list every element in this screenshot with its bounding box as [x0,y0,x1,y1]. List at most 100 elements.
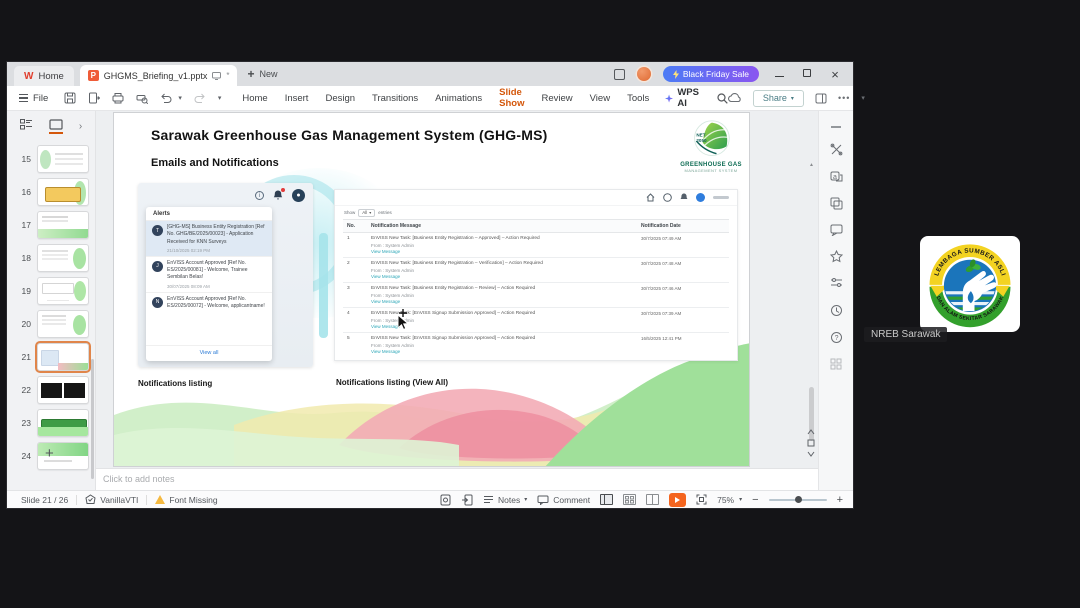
next-slide-button[interactable] [807,451,815,457]
slide-thumb-20[interactable]: 20 [7,309,95,339]
zoom-out-button[interactable]: − [752,494,758,506]
slide-thumb-22[interactable]: 22 [7,375,95,405]
logo-badge-2050: 2050 [696,138,707,143]
zoom-slider[interactable] [768,496,827,503]
comment-panel-icon[interactable] [830,224,843,236]
menu-home[interactable]: Home [241,88,268,109]
menu-animations[interactable]: Animations [434,88,483,109]
menu-slide-show[interactable]: Slide Show [498,82,526,114]
scroll-up-icon[interactable]: ▲ [809,162,814,168]
hide-panel-icon[interactable] [830,125,842,129]
settings-sliders-icon[interactable] [830,277,843,290]
slide-thumbnail-art [35,341,91,373]
print-icon[interactable] [112,92,124,104]
menu-insert[interactable]: Insert [284,88,310,109]
tools-icon[interactable] [830,143,843,156]
device-switch-icon[interactable] [613,68,625,80]
alert-avatar: N [152,296,163,308]
slide-number: 17 [21,220,31,230]
redo-icon[interactable] [194,93,206,104]
slide-thumb-18[interactable]: 18 [7,243,95,273]
restore-button[interactable] [799,68,815,80]
cloud-sync-icon[interactable] [727,93,742,103]
logo-badge-net: NET [696,132,705,137]
slide-thumbnail-art [37,310,89,338]
more-options-icon[interactable]: ••• [838,93,850,103]
slide-number: 24 [21,451,31,461]
slide-canvas[interactable]: Sarawak Greenhouse Gas Management System… [113,112,750,467]
minimize-button[interactable] [771,68,787,80]
font-missing-label[interactable]: Font Missing [169,495,217,505]
menu-transitions[interactable]: Transitions [371,88,419,109]
fullscreen-icon[interactable] [696,494,707,505]
toolbar-more-icon[interactable]: ▾ [218,94,222,102]
collapse-ribbon-icon[interactable]: ▾ [861,94,865,102]
normal-view-button[interactable] [600,494,614,505]
add-slide-button[interactable]: + [45,445,54,462]
slide-nav-icon [807,439,815,447]
zoom-caret-icon[interactable]: ▾ [739,496,742,503]
tab-home[interactable]: W Home [14,66,74,86]
reading-view-button[interactable] [646,494,660,505]
tab-document[interactable]: P GHGMS_Briefing_v1.pptx * [79,65,238,86]
sidebar-toggle-icon[interactable] [815,93,827,104]
comment-button[interactable]: Comment [537,495,590,505]
close-button[interactable]: × [827,67,843,82]
outline-view-icon[interactable] [19,119,33,134]
shapes-icon[interactable] [830,197,843,210]
zoom-in-button[interactable]: + [837,494,843,506]
export-icon[interactable] [88,92,101,104]
slide-thumb-17[interactable]: 17 [7,210,95,240]
notes-area[interactable]: Click to add notes [96,468,818,490]
slide-thumb-23[interactable]: 23 [7,408,95,438]
undo-dropdown-icon[interactable]: ▾ [178,94,182,102]
menu-hamburger-icon[interactable] [19,94,28,102]
file-menu[interactable]: File [33,93,48,104]
slide-thumb-16[interactable]: 16 [7,177,95,207]
notifications-table-screenshot[interactable]: Show All ▾ entries No. Notification Messa… [334,189,738,361]
history-icon[interactable] [830,304,843,317]
favorites-icon[interactable] [829,250,843,263]
wps-ai-menu[interactable]: WPS AI [665,87,702,109]
slide-thumb-15[interactable]: 15 [7,144,95,174]
comment-icon [537,495,549,505]
print-preview-icon[interactable] [136,92,149,104]
undo-icon[interactable] [160,93,172,104]
menu-review[interactable]: Review [540,88,573,109]
menu-tools[interactable]: Tools [626,88,650,109]
col-message: Notification Message [371,223,422,229]
notes-placeholder: Click to add notes [103,474,175,484]
promo-button[interactable]: Black Friday Sale [662,66,759,82]
thumbnail-view-icon[interactable] [48,119,63,134]
collapse-panel-icon[interactable]: › [79,121,82,132]
thumbnail-panel-scrollbar[interactable] [91,359,94,479]
slideshow-play-button[interactable] [669,492,687,507]
entries-label: entries [378,210,392,215]
account-avatar[interactable] [636,67,651,81]
share-button[interactable]: Share ▾ [752,89,804,107]
menu-design[interactable]: Design [324,88,356,109]
participant-video-tile[interactable]: LEMBAGA SUMBER ASLI DAN ALAM SEKITAR SAR… [860,160,1075,375]
slide-number: 15 [21,154,31,164]
canvas-scrollbar[interactable]: ▲ [809,160,814,517]
slide-thumb-19[interactable]: 19 [7,276,95,306]
slide-thumbnail-panel: › 15 16 17 18 19 20 21 22 23 24 + [7,111,96,490]
translate-icon[interactable]: a [830,170,843,183]
menu-view[interactable]: View [589,88,611,109]
previous-slide-button[interactable] [807,429,815,435]
jump-to-icon[interactable] [461,494,473,506]
alerts-screenshot[interactable]: i ● Alerts T [GHG-MS] Business Entity Re [138,183,313,367]
save-icon[interactable] [64,92,76,104]
slide-sorter-button[interactable] [623,494,637,505]
theme-name[interactable]: VanillaVTI [100,495,138,505]
search-icon[interactable] [717,92,728,104]
slide-thumb-21-selected[interactable]: 21 [7,341,95,373]
leaf-globe-icon: NET 2050 [694,120,730,156]
apps-grid-icon[interactable] [830,358,842,370]
notes-toggle[interactable]: Notes ▾ [483,495,527,505]
slide-note-icon[interactable] [440,494,451,506]
new-tab-button[interactable]: + New [247,67,277,81]
help-icon[interactable]: ? [830,331,843,344]
zoom-slider-knob[interactable] [794,496,802,503]
zoom-level[interactable]: 75% [717,495,734,505]
